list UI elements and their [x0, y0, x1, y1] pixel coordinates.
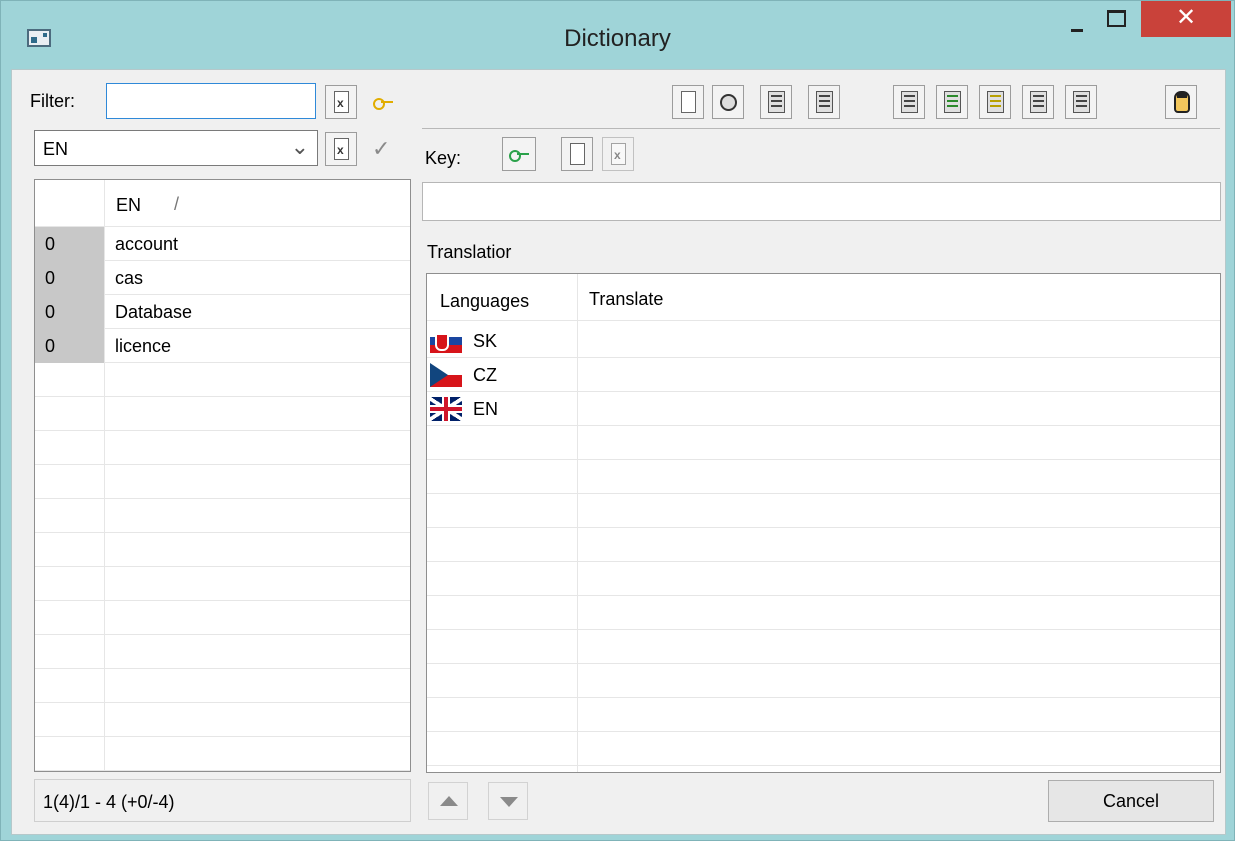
export-all-button[interactable]: [1065, 85, 1097, 119]
status-bar: 1(4)/1 - 4 (+0/-4): [34, 779, 411, 822]
delete-column-icon: [816, 91, 833, 113]
check-icon[interactable]: ✓: [372, 136, 396, 162]
slovakia-flag-icon: [430, 329, 462, 353]
dictionary-window: Dictionary ✕ Filter: EN ⌄ ✓ Key:: [0, 0, 1235, 841]
close-button[interactable]: ✕: [1141, 1, 1231, 37]
uk-flag-icon: [430, 397, 462, 421]
translation-cell[interactable]: [578, 358, 1218, 392]
export-all-icon: [1073, 91, 1090, 113]
language-select[interactable]: EN ⌄: [34, 130, 318, 166]
import-yellow-icon: [987, 91, 1004, 113]
arrow-up-icon: [440, 796, 458, 806]
row-count: 0: [35, 329, 104, 363]
export-icon: [1030, 91, 1047, 113]
window-title: Dictionary: [564, 25, 671, 52]
row-key: Database: [115, 302, 193, 322]
import-green-button[interactable]: [936, 85, 968, 119]
table-row[interactable]: 0 cas: [35, 261, 410, 295]
move-up-button[interactable]: [428, 782, 468, 820]
czech-flag-icon: [430, 363, 462, 387]
row-key: cas: [115, 268, 144, 288]
move-down-button[interactable]: [488, 782, 528, 820]
translation-cell[interactable]: [578, 392, 1218, 426]
translation-label: Translatior: [427, 242, 512, 262]
row-key: licence: [115, 336, 172, 356]
table-row[interactable]: 0 Database: [35, 295, 410, 329]
user-button[interactable]: [1165, 85, 1197, 119]
import-green-icon: [944, 91, 961, 113]
translate-column-header[interactable]: Translate: [589, 289, 663, 310]
row-count: 0: [35, 295, 104, 329]
delete-row-button[interactable]: [760, 85, 792, 119]
chevron-down-icon: ⌄: [290, 134, 309, 159]
import-icon: [901, 91, 918, 113]
translation-table-header: Languages Translate: [427, 274, 1220, 321]
key-input[interactable]: [422, 182, 1221, 221]
export-button[interactable]: [1022, 85, 1054, 119]
translation-row[interactable]: EN: [427, 392, 1220, 426]
delete-key-button[interactable]: [602, 137, 634, 171]
filter-label: Filter:: [30, 91, 75, 111]
clear-language-icon: [334, 138, 349, 160]
translation-table: Languages Translate SK CZ EN: [426, 273, 1221, 773]
filter-input[interactable]: [106, 83, 316, 119]
delete-key-icon: [611, 143, 626, 165]
cancel-button[interactable]: Cancel: [1048, 780, 1214, 822]
sort-indicator: /: [174, 194, 180, 214]
language-code: SK: [473, 331, 498, 351]
new-key-icon: [570, 143, 585, 165]
translation-row[interactable]: CZ: [427, 358, 1220, 392]
clear-language-button[interactable]: [325, 132, 357, 166]
row-key: account: [115, 234, 179, 254]
title-bar[interactable]: Dictionary ✕: [1, 1, 1234, 69]
import-button[interactable]: [893, 85, 925, 119]
keys-column-header[interactable]: EN: [116, 195, 141, 216]
user-icon: [1174, 91, 1190, 113]
language-select-value: EN: [43, 139, 69, 159]
translation-row[interactable]: SK: [427, 324, 1220, 358]
status-text: 1(4)/1 - 4 (+0/-4): [43, 792, 175, 812]
history-button[interactable]: [712, 85, 744, 119]
delete-column-button[interactable]: [808, 85, 840, 119]
keys-table-header: EN /: [35, 180, 410, 227]
row-count: 0: [35, 261, 104, 295]
keys-table: EN / 0 account 0 cas 0 Database 0 licenc…: [34, 179, 411, 772]
clock-icon: [720, 94, 737, 111]
key-icon: [373, 98, 393, 110]
translation-cell[interactable]: [578, 324, 1218, 358]
table-row[interactable]: 0 account: [35, 227, 410, 261]
import-yellow-button[interactable]: [979, 85, 1011, 119]
generate-key-button[interactable]: [502, 137, 536, 171]
key-filter-button[interactable]: [365, 82, 403, 118]
clear-filter-icon: [334, 91, 349, 113]
document-icon: [681, 91, 696, 113]
row-count: 0: [35, 227, 104, 261]
language-code: EN: [473, 399, 499, 419]
client-area: Filter: EN ⌄ ✓ Key: EN: [11, 69, 1226, 835]
new-document-button[interactable]: [672, 85, 704, 119]
minimize-button[interactable]: [1052, 1, 1100, 37]
language-code: CZ: [473, 365, 497, 385]
clear-filter-button[interactable]: [325, 85, 357, 119]
green-key-icon: [509, 150, 529, 162]
key-label: Key:: [425, 148, 462, 168]
new-key-button[interactable]: [561, 137, 593, 171]
languages-column-header[interactable]: Languages: [440, 291, 529, 312]
maximize-button[interactable]: [1100, 1, 1140, 37]
toolbar-divider: [422, 128, 1220, 129]
delete-row-icon: [768, 91, 785, 113]
arrow-down-icon: [500, 797, 518, 807]
table-row[interactable]: 0 licence: [35, 329, 410, 363]
